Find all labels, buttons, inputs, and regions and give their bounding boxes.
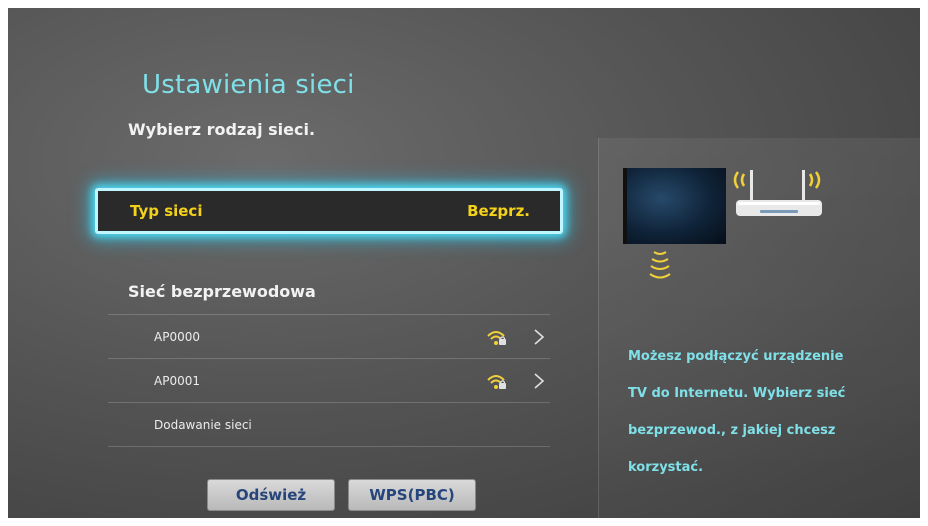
network-name: AP0001 [154,373,200,388]
network-settings-screen: Ustawienia sieci Wybierz rodzaj sieci. T… [8,8,920,518]
tv-signal-waves-icon [649,251,671,279]
info-line: korzystać. [628,460,704,475]
page-title: Ustawienia sieci [142,70,355,100]
refresh-button[interactable]: Odśwież [207,479,335,511]
wireless-network-list: AP0000 AP0001 Dodawanie sieci [108,314,550,447]
list-item-ap0001[interactable]: AP0001 [108,358,550,402]
network-type-selector[interactable]: Typ sieci Bezprz. [95,188,563,234]
tv-illustration [623,168,726,244]
add-network-label: Dodawanie sieci [154,417,252,432]
wireless-section-title: Sieć bezprzewodowa [128,282,316,301]
network-type-value: Bezprz. [467,202,530,220]
info-line: TV do Internetu. Wybierz sieć [628,386,846,401]
wps-pbc-button[interactable]: WPS(PBC) [348,479,476,511]
list-item-ap0000[interactable]: AP0000 [108,314,550,358]
wifi-signal-icon [487,375,506,389]
info-line: Możesz podłączyć urządzenie [628,349,844,364]
router-icon [733,170,822,216]
network-type-label: Typ sieci [130,202,203,220]
wifi-signal-icon [487,331,506,345]
chevron-right-icon [534,373,545,389]
info-line: bezprzewod., z jakiej chcesz [628,423,836,438]
network-name: AP0000 [154,329,200,344]
chevron-right-icon [534,329,545,345]
list-item-add-network[interactable]: Dodawanie sieci [108,402,550,447]
page-subtitle: Wybierz rodzaj sieci. [128,120,316,139]
info-text: Możesz podłączyć urządzenie TV do Intern… [628,338,908,486]
